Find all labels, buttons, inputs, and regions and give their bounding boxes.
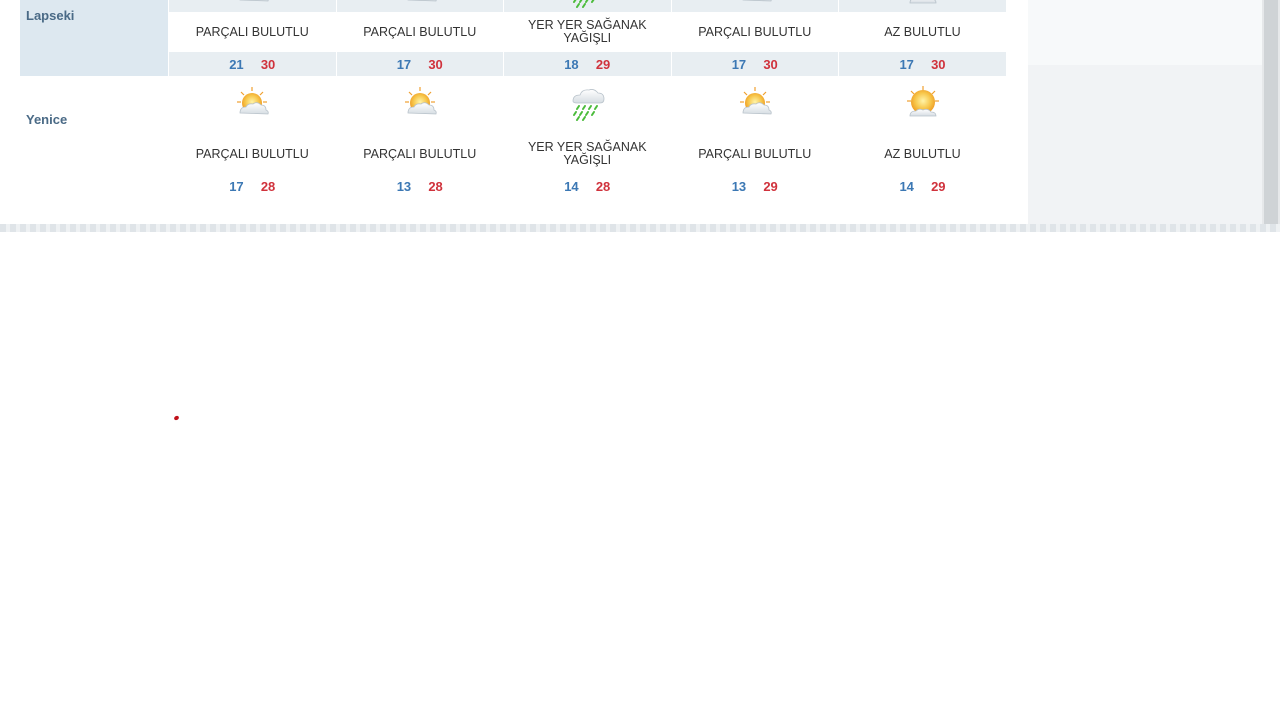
partly-cloudy-icon [735,0,775,8]
table-row: PARÇALI BULUTLU PARÇALI BULUTLU YER YER … [20,12,1006,52]
city-name-lapseki[interactable]: Lapseki [20,0,168,23]
max-temp: 30 [763,56,778,72]
partly-cloudy-icon [232,0,272,8]
temperature-cell: 17 30 [336,52,504,76]
condition-text: YER YER SAĞANAK YAĞIŞLI [503,134,672,174]
temperature-cell: 17 30 [671,52,839,76]
min-temp: 17 [229,178,244,194]
temperature-cell: 18 29 [503,52,672,76]
table-row: Lapseki [20,0,1006,76]
red-mark [173,415,180,421]
min-temp: 13 [731,178,747,194]
max-temp: 30 [260,56,276,72]
temperature-cell: 17 30 [838,52,1006,76]
condition-text: AZ BULUTLU [838,12,1006,52]
weather-icon-cell [838,0,1006,12]
temperature-cell: 13 29 [671,174,839,198]
temperature-cell: 14 28 [503,174,672,198]
temperature-cell: 21 30 [168,52,337,76]
condition-text: PARÇALI BULUTLU [336,12,504,52]
forecast-panel: Lapseki PARÇALI BULUTLU PARÇALI BULUTLU … [0,0,1028,224]
weather-icon-cell [336,0,504,12]
min-temp: 14 [564,178,579,194]
weather-icon-cell [168,76,337,134]
partly-cloudy-icon [400,85,440,121]
min-temp: 18 [564,56,579,72]
city-cell: Lapseki [20,0,169,76]
table-row: 17 28 13 28 14 28 13 29 14 29 [20,174,1006,198]
condition-text: YER YER SAĞANAK YAĞIŞLI [503,12,672,52]
mostly-sunny-icon [903,85,943,121]
min-temp: 21 [229,56,244,72]
weather-icon-cell [671,76,839,134]
weather-icon-cell [336,76,504,134]
city-name-yenice[interactable]: Yenice [20,76,168,127]
sidebar-panel-lower [1028,65,1262,224]
scrollbar-thumb[interactable] [1264,0,1278,224]
max-temp: 30 [931,56,946,72]
sidebar-panel [1028,0,1262,65]
partly-cloudy-icon [232,85,272,121]
weather-icon-cell [503,76,672,134]
forecast-table: Lapseki PARÇALI BULUTLU PARÇALI BULUTLU … [20,0,1006,198]
condition-text: PARÇALI BULUTLU [336,134,504,174]
scrollbar[interactable] [1262,0,1280,232]
min-temp: 14 [899,178,914,194]
condition-text: AZ BULUTLU [838,134,1006,174]
condition-text: PARÇALI BULUTLU [671,12,839,52]
rain-showers-icon [567,0,607,8]
weather-icon-cell [168,0,337,12]
max-temp: 30 [428,56,443,72]
min-temp: 17 [899,56,914,72]
partly-cloudy-icon [400,0,440,8]
temperature-cell: 14 29 [839,174,1007,198]
city-cell: Yenice [20,76,169,198]
temperature-cell: 13 28 [336,174,504,198]
table-row: PARÇALI BULUTLU PARÇALI BULUTLU YER YER … [20,134,1006,174]
max-temp: 29 [763,178,778,194]
panel-bottom-edge [0,224,1280,232]
min-temp: 17 [731,56,747,72]
table-row: Yenice [20,76,1007,198]
table-row: 21 30 17 30 18 29 17 30 17 30 [20,52,1006,76]
weather-icon-cell [839,76,1007,134]
min-temp: 17 [396,56,412,72]
mostly-sunny-icon [903,0,943,8]
max-temp: 28 [428,178,443,194]
forecast-strip: Lapseki PARÇALI BULUTLU PARÇALI BULUTLU … [0,0,1280,232]
max-temp: 29 [595,56,611,72]
max-temp: 28 [595,178,611,194]
condition-text: PARÇALI BULUTLU [671,134,839,174]
partly-cloudy-icon [735,85,775,121]
weather-icon-cell [671,0,839,12]
condition-text: PARÇALI BULUTLU [168,12,337,52]
condition-text: PARÇALI BULUTLU [168,134,337,174]
rain-showers-icon [567,85,607,121]
temperature-cell: 17 28 [168,174,337,198]
min-temp: 13 [396,178,412,194]
max-temp: 28 [260,178,276,194]
weather-icon-cell [503,0,672,12]
max-temp: 29 [931,178,946,194]
